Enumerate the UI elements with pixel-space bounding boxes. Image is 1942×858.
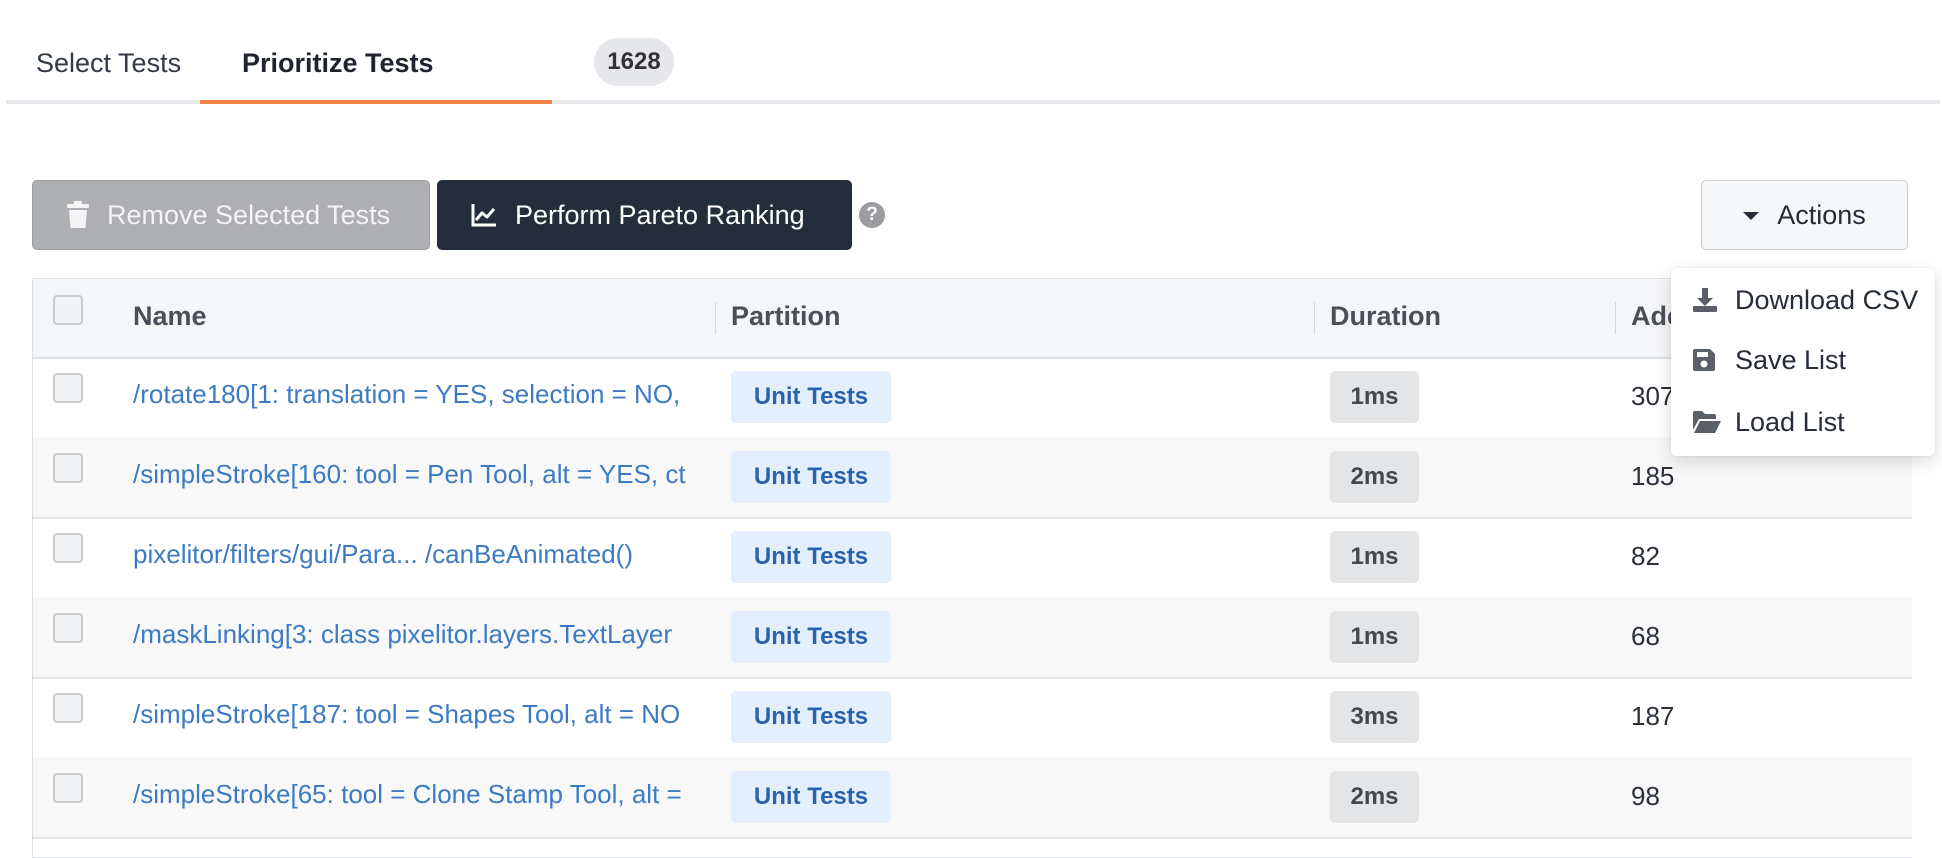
line-chart-icon	[471, 204, 496, 227]
partition-badge: Unit Tests	[731, 451, 891, 503]
table-header: Name Partition Duration Ade	[33, 279, 1912, 359]
pareto-button-label: Perform Pareto Ranking	[515, 199, 805, 230]
duration-badge: 3ms	[1330, 691, 1419, 743]
column-header-partition[interactable]: Partition	[731, 301, 841, 332]
tab-bar: Select Tests Prioritize Tests 1628	[6, 0, 1940, 104]
menu-item-label: Load List	[1735, 406, 1845, 437]
row-checkbox[interactable]	[53, 453, 83, 483]
column-header-name[interactable]: Name	[133, 301, 207, 332]
row-checkbox[interactable]	[53, 613, 83, 643]
download-icon	[1693, 288, 1717, 312]
tab-label: Prioritize Tests	[242, 48, 434, 78]
remove-button-label: Remove Selected Tests	[107, 199, 391, 230]
table-row: /maskLinking[3: class pixelitor.layers.T…	[33, 597, 1912, 679]
menu-item-save-list[interactable]: Save List	[1671, 333, 1935, 387]
test-name-link[interactable]: /simpleStroke[187: tool = Shapes Tool, a…	[133, 699, 743, 730]
help-icon[interactable]: ?	[859, 202, 885, 228]
added-value: 185	[1631, 461, 1675, 491]
partition-badge: Unit Tests	[731, 611, 891, 663]
caret-down-icon	[1743, 212, 1760, 220]
select-all-checkbox[interactable]	[53, 295, 83, 325]
menu-item-label: Download CSV	[1735, 284, 1919, 315]
added-value: 307	[1631, 381, 1675, 411]
row-checkbox[interactable]	[53, 773, 83, 803]
actions-dropdown-menu: Download CSV Save List Load List	[1671, 268, 1935, 456]
partition-badge: Unit Tests	[731, 771, 891, 823]
menu-item-label: Save List	[1735, 344, 1847, 375]
duration-badge: 1ms	[1330, 371, 1419, 423]
duration-badge: 2ms	[1330, 771, 1419, 823]
column-header-duration[interactable]: Duration	[1330, 301, 1441, 332]
duration-badge: 1ms	[1330, 531, 1419, 583]
table-row: /simpleStroke[65: tool = Clone Stamp Too…	[33, 757, 1912, 839]
actions-label: Actions	[1777, 199, 1866, 230]
table-row: /simpleStroke[160: tool = Pen Tool, alt …	[33, 437, 1912, 519]
test-name-link[interactable]: /rotate180[1: translation = YES, selecti…	[133, 379, 743, 410]
partition-badge: Unit Tests	[731, 371, 891, 423]
menu-item-download-csv[interactable]: Download CSV	[1671, 273, 1935, 327]
remove-selected-tests-button[interactable]: Remove Selected Tests	[32, 180, 430, 250]
trash-icon	[67, 201, 89, 228]
added-value: 187	[1631, 701, 1675, 731]
row-checkbox[interactable]	[53, 693, 83, 723]
perform-pareto-ranking-button[interactable]: Perform Pareto Ranking	[437, 180, 852, 250]
actions-dropdown-button[interactable]: Actions	[1701, 180, 1908, 250]
partition-badge: Unit Tests	[731, 691, 891, 743]
folder-open-icon	[1693, 411, 1721, 433]
added-value: 98	[1631, 781, 1660, 811]
column-divider	[715, 302, 716, 334]
tab-prioritize-tests[interactable]: Prioritize Tests 1628	[200, 38, 674, 104]
column-divider	[1615, 302, 1616, 334]
test-count-badge: 1628	[594, 38, 674, 86]
menu-item-load-list[interactable]: Load List	[1671, 395, 1935, 449]
tests-table: Name Partition Duration Ade /rotate180[1…	[32, 278, 1912, 858]
column-divider	[1314, 302, 1315, 334]
table-row: /simpleStroke[187: tool = Shapes Tool, a…	[33, 677, 1912, 759]
test-name-link[interactable]: /simpleStroke[160: tool = Pen Tool, alt …	[133, 459, 743, 490]
added-value: 68	[1631, 621, 1660, 651]
row-checkbox[interactable]	[53, 373, 83, 403]
test-name-link[interactable]: /maskLinking[3: class pixelitor.layers.T…	[133, 619, 743, 650]
partition-badge: Unit Tests	[731, 531, 891, 583]
tab-label: Select Tests	[36, 48, 182, 78]
row-checkbox[interactable]	[53, 533, 83, 563]
added-value: 82	[1631, 541, 1660, 571]
test-name-link[interactable]: /simpleStroke[65: tool = Clone Stamp Too…	[133, 779, 743, 810]
table-row: pixelitor/filters/gui/Para... /canBeAnim…	[33, 517, 1912, 599]
duration-badge: 2ms	[1330, 451, 1419, 503]
duration-badge: 1ms	[1330, 611, 1419, 663]
table-row: /rotate180[1: translation = YES, selecti…	[33, 357, 1912, 439]
test-name-link[interactable]: pixelitor/filters/gui/Para... /canBeAnim…	[133, 539, 743, 570]
save-icon	[1693, 349, 1715, 371]
